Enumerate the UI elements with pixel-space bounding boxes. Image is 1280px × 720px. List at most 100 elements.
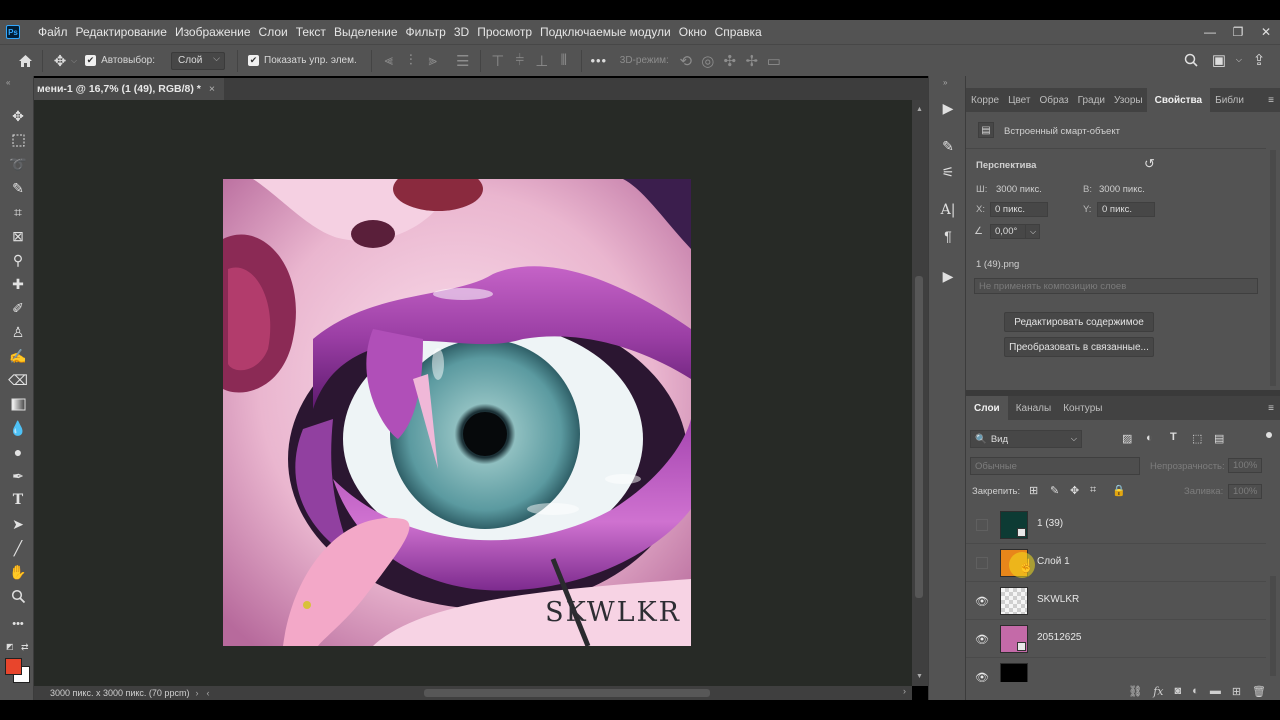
distribute-icon[interactable]: ☰ <box>452 50 474 72</box>
eye-icon[interactable]: 👁 <box>974 632 990 646</box>
eye-icon[interactable]: 👁 <box>974 670 990 683</box>
x-position-input[interactable]: 0 пикс. <box>990 202 1048 217</box>
blend-mode-select[interactable]: Обычные <box>970 457 1140 475</box>
horizontal-scroll-thumb[interactable] <box>424 689 710 697</box>
foreground-color-swatch[interactable] <box>5 658 22 675</box>
3d-pan-icon[interactable]: ✣ <box>719 50 741 72</box>
tab-color[interactable]: Цвет <box>1003 95 1034 112</box>
adjustments-icon[interactable]: ⚟ <box>938 162 958 182</box>
height-value[interactable]: 3000 пикс. <box>1099 184 1145 195</box>
zoom-tool-icon[interactable] <box>8 586 28 606</box>
clone-stamp-tool-icon[interactable]: ♙ <box>8 322 28 342</box>
filter-type-icon[interactable]: T <box>1170 431 1177 443</box>
history-panel-icon[interactable]: ▶ <box>938 98 958 118</box>
visibility-toggle[interactable] <box>976 557 988 569</box>
tab-patterns-sample[interactable]: Образ <box>1035 95 1073 112</box>
edit-toolbar-icon[interactable]: ••• <box>8 614 28 634</box>
autoselect-dropdown[interactable]: Слой <box>171 51 225 70</box>
chevron-down-icon[interactable]: ⌵ <box>71 56 77 66</box>
new-group-icon[interactable]: ▬ <box>1210 685 1221 697</box>
distribute-vertical-icon[interactable]: ⫴ <box>553 50 575 72</box>
horizontal-scrollbar[interactable]: › <box>228 686 912 700</box>
healing-brush-tool-icon[interactable]: ✚ <box>8 274 28 294</box>
close-tab-icon[interactable]: × <box>209 83 215 95</box>
gradient-tool-icon[interactable] <box>8 394 28 414</box>
fill-input[interactable]: 100% <box>1228 484 1262 499</box>
hand-tool-icon[interactable]: ✋ <box>8 562 28 582</box>
autoselect-checkbox[interactable]: ✔ <box>85 55 97 66</box>
menu-plugins[interactable]: Подключаемые модули <box>540 25 679 39</box>
default-colors-icon[interactable]: ◩ <box>6 642 14 651</box>
crop-tool-icon[interactable]: ⌗ <box>8 202 28 222</box>
minimize-button[interactable]: — <box>1196 20 1224 44</box>
3d-slide-icon[interactable]: ✢ <box>741 50 763 72</box>
align-top-icon[interactable]: ⊤ <box>487 50 509 72</box>
actions-play-icon[interactable]: ▶ <box>938 266 958 286</box>
tab-gradients[interactable]: Гради <box>1073 95 1109 112</box>
layer-style-fx-icon[interactable]: fx <box>1153 685 1163 698</box>
lock-position-icon[interactable]: ✥ <box>1070 484 1079 497</box>
align-vcenter-icon[interactable]: ⫩ <box>509 50 531 72</box>
tab-layers[interactable]: Слои <box>966 396 1008 420</box>
align-hcenter-icon[interactable]: ⫶ <box>400 50 422 72</box>
delete-layer-icon[interactable]: 🗑 <box>1252 685 1266 698</box>
lock-transparent-icon[interactable]: ⊞ <box>1029 484 1038 497</box>
eraser-tool-icon[interactable]: ⌫ <box>8 370 28 390</box>
width-value[interactable]: 3000 пикс. <box>996 184 1042 195</box>
menu-edit[interactable]: Редактирование <box>76 25 175 39</box>
paragraph-panel-icon[interactable]: ¶ <box>938 226 958 246</box>
layer-name[interactable]: 20512625 <box>1037 632 1082 643</box>
angle-input[interactable]: 0,00° <box>990 224 1026 239</box>
add-mask-icon[interactable]: ◙ <box>1175 685 1182 697</box>
pen-tool-icon[interactable]: ✒ <box>8 466 28 486</box>
scroll-right-icon[interactable]: › <box>903 686 906 696</box>
angle-dropdown-chevron-icon[interactable]: ⌵ <box>1025 224 1040 239</box>
filter-shape-icon[interactable]: ⬚ <box>1192 432 1202 445</box>
frame-tool-icon[interactable]: ⊠ <box>8 226 28 246</box>
path-selection-tool-icon[interactable]: ➤ <box>8 514 28 534</box>
menu-select[interactable]: Выделение <box>334 25 406 39</box>
collapse-chevrons-icon[interactable]: « <box>6 78 10 87</box>
home-icon[interactable] <box>14 50 36 72</box>
lasso-tool-icon[interactable]: ➰ <box>8 154 28 174</box>
align-right-icon[interactable]: ⫸ <box>422 50 444 72</box>
adjustment-layer-icon[interactable]: ◐ <box>1192 685 1199 697</box>
tab-channels[interactable]: Каналы <box>1008 403 1056 420</box>
opacity-input[interactable]: 100% <box>1228 458 1262 473</box>
menu-help[interactable]: Справка <box>715 25 770 39</box>
y-position-input[interactable]: 0 пикс. <box>1097 202 1155 217</box>
lock-image-icon[interactable]: ✎ <box>1050 484 1059 497</box>
3d-rotate-icon[interactable]: ⟲ <box>675 50 697 72</box>
character-panel-icon[interactable]: A| <box>938 200 958 220</box>
layer-row[interactable]: 👁 SKWLKR <box>966 582 1266 620</box>
tab-patterns[interactable]: Узоры <box>1109 95 1147 112</box>
vertical-scrollbar[interactable]: ▲ ▼ <box>912 100 928 686</box>
layer-name[interactable]: Слой 1 <box>1037 556 1070 567</box>
reset-transform-icon[interactable]: ↺ <box>1144 156 1155 172</box>
menu-image[interactable]: Изображение <box>175 25 259 39</box>
lock-all-icon[interactable]: 🔒 <box>1112 484 1126 497</box>
line-tool-icon[interactable]: ╱ <box>8 538 28 558</box>
convert-to-linked-button[interactable]: Преобразовать в связанные... <box>1004 337 1154 357</box>
filter-adjustment-icon[interactable]: ◐ <box>1146 432 1153 444</box>
align-bottom-icon[interactable]: ⊥ <box>531 50 553 72</box>
workspace-icon[interactable]: ▣ <box>1208 49 1230 71</box>
layer-row[interactable]: 👁 20512625 <box>966 620 1266 658</box>
link-layers-icon[interactable]: ⛓ <box>1128 685 1142 698</box>
layer-filter-select[interactable]: 🔍 Вид ⌵ <box>970 430 1082 448</box>
tab-properties[interactable]: Свойства <box>1146 88 1211 112</box>
3d-camera-icon[interactable]: ▭ <box>763 50 785 72</box>
3d-roll-icon[interactable]: ◎ <box>697 50 719 72</box>
move-tool-icon[interactable]: ✥ <box>8 106 28 126</box>
dodge-tool-icon[interactable]: ● <box>8 442 28 462</box>
expand-chevrons-icon[interactable]: » <box>943 78 947 87</box>
chevron-down-icon[interactable]: ⌵ <box>1236 49 1242 71</box>
properties-scrollbar[interactable] <box>1270 150 1276 386</box>
tab-adjustments[interactable]: Корре <box>966 95 1003 112</box>
show-transform-checkbox[interactable]: ✔ <box>248 55 259 66</box>
search-icon[interactable] <box>1180 49 1202 71</box>
restore-button[interactable]: ❐ <box>1224 20 1252 44</box>
tab-libraries[interactable]: Библи <box>1210 95 1248 112</box>
layers-scrollbar[interactable] <box>1270 576 1276 676</box>
layer-row[interactable]: 👁 <box>966 658 1266 682</box>
